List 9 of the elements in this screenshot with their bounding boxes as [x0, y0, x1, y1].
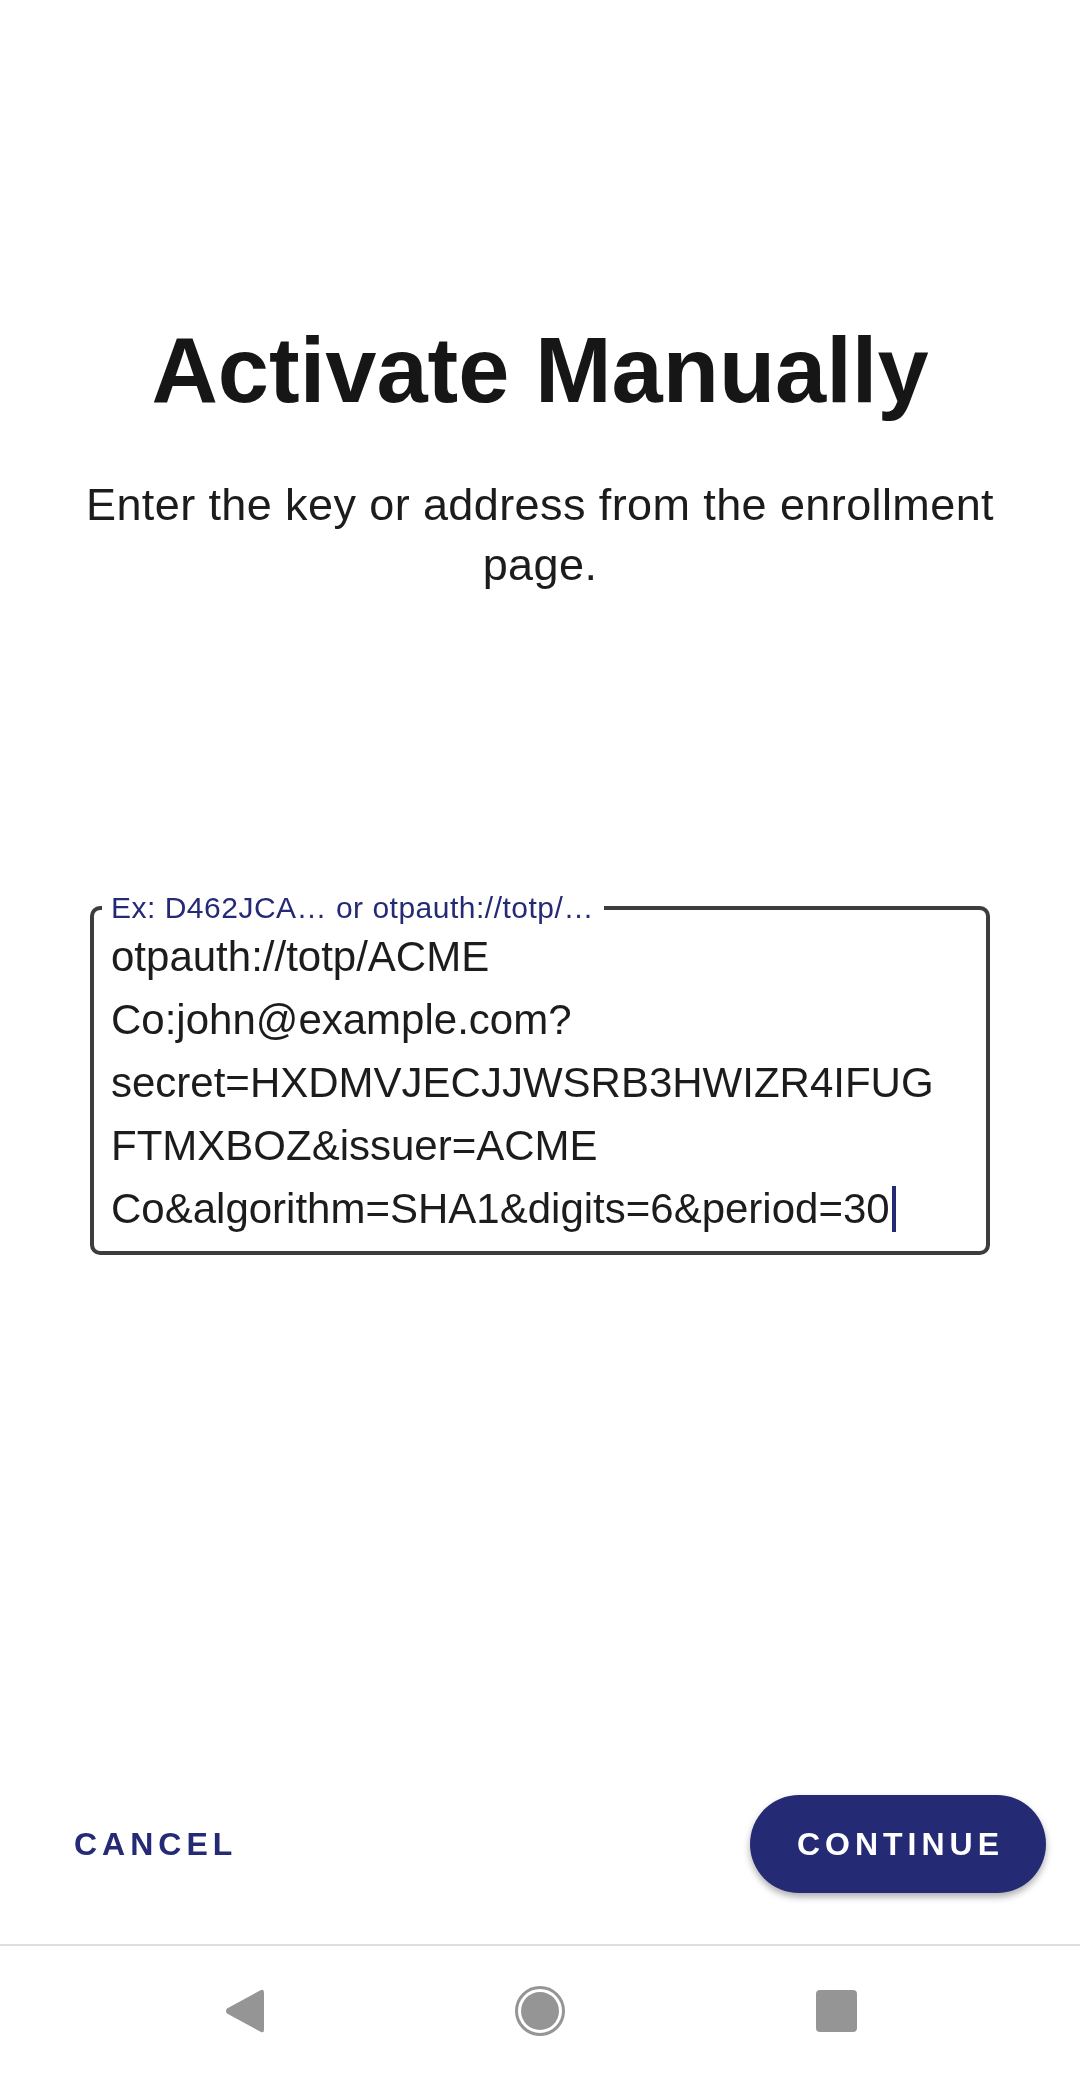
continue-button[interactable]: CONTINUE: [749, 1795, 1046, 1893]
home-icon[interactable]: [515, 1985, 565, 2036]
recents-icon[interactable]: [815, 1989, 857, 2032]
page-title: Activate Manually: [151, 318, 929, 423]
field-label: Ex: D462JCA… or otpauth://totp/…: [110, 891, 595, 925]
cancel-button[interactable]: CANCEL: [50, 1795, 262, 1893]
field-value: otpauth://totp/ACME Co:john@example.com?secret=HXDMVJECJJWSRB3HWIZR4IFUGFTMXBOZ&issuer=ACME Co&algorithm=SHA1&digits=6&period=30: [111, 933, 934, 1232]
back-icon[interactable]: [224, 1988, 264, 2033]
instruction-text: Enter the key or address from the enrollment page.: [85, 478, 995, 592]
